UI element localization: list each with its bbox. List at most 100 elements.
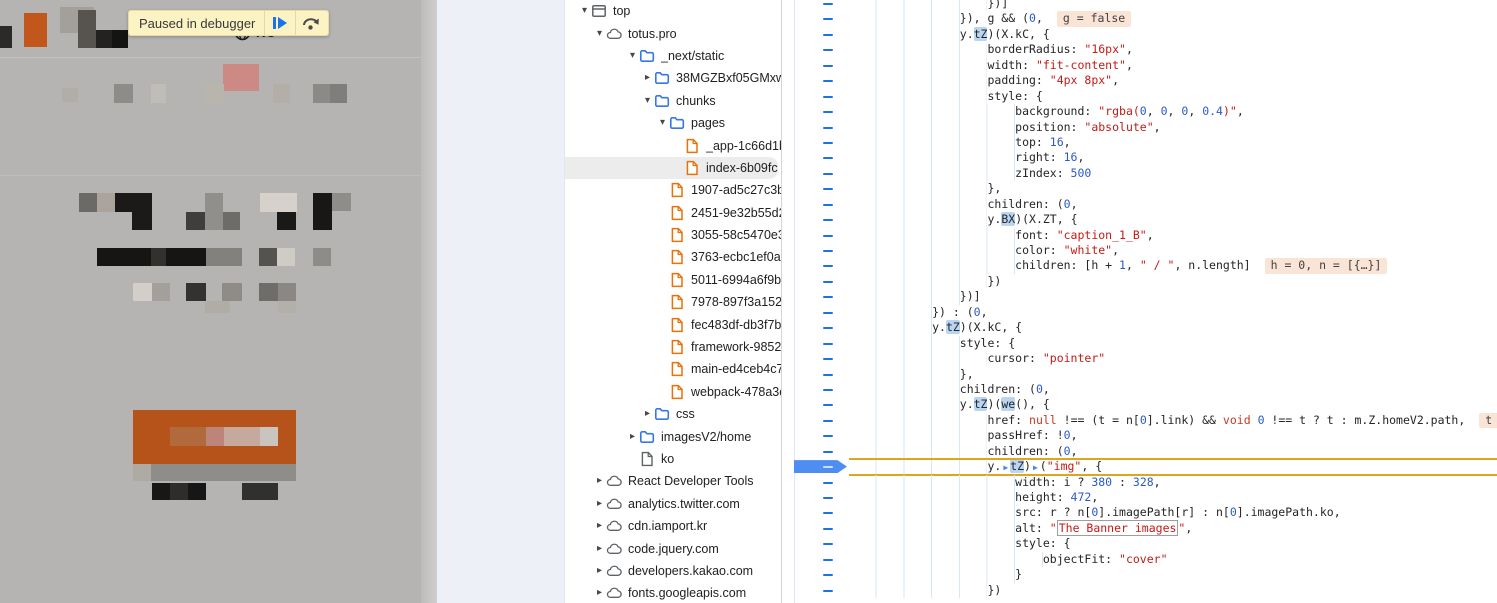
gutter-dash[interactable] xyxy=(823,235,833,237)
code-text: , xyxy=(1036,11,1043,25)
number-literal: 16 xyxy=(1050,135,1064,149)
indent-guides xyxy=(849,243,1015,258)
continue-to-here-icon[interactable]: ▶ xyxy=(1003,463,1008,472)
navigator-item-pages[interactable]: ▾pages xyxy=(565,112,781,134)
navigator-item-imagesv2-home[interactable]: ▸imagesV2/home xyxy=(565,425,781,447)
navigator-item-totus-pro[interactable]: ▾totus.pro xyxy=(565,22,781,44)
chevron-right-icon[interactable]: ▸ xyxy=(641,403,654,425)
gutter-dash[interactable] xyxy=(823,435,833,437)
gutter-dash[interactable] xyxy=(823,374,833,376)
continue-to-here-icon[interactable]: ▶ xyxy=(1033,463,1038,472)
gutter-dash[interactable] xyxy=(823,173,833,175)
gutter-dash[interactable] xyxy=(823,250,833,252)
page-block xyxy=(0,26,12,48)
navigator-item-3763-ecbc1ef0a61-[interactable]: 3763-ecbc1ef0a61… xyxy=(565,246,781,268)
chevron-down-icon[interactable]: ▾ xyxy=(578,0,591,22)
file-js-icon xyxy=(669,361,685,377)
gutter-dash[interactable] xyxy=(823,18,833,20)
navigator-item-developers-kakao-com[interactable]: ▸developers.kakao.com xyxy=(565,560,781,582)
gutter-dash[interactable] xyxy=(823,512,833,514)
navigator-item-react-developer-tools[interactable]: ▸React Developer Tools xyxy=(565,470,781,492)
chevron-down-icon[interactable]: ▾ xyxy=(641,90,654,112)
chevron-down-icon[interactable]: ▾ xyxy=(593,23,606,45)
gutter-dash[interactable] xyxy=(823,34,833,36)
gutter-dash[interactable] xyxy=(823,281,833,283)
gutter-dash[interactable] xyxy=(823,466,833,468)
gutter-dash[interactable] xyxy=(823,96,833,98)
navigator-item-38mgzbxf05gmxw-[interactable]: ▸38MGZBxf05GMxw-… xyxy=(565,67,781,89)
gutter-dash[interactable] xyxy=(823,65,833,67)
gutter-dash[interactable] xyxy=(823,590,833,592)
navigator-item-index-6b09fcdd-[interactable]: index-6b09fcdd… xyxy=(565,157,778,179)
gutter-dash[interactable] xyxy=(823,327,833,329)
navigator-item-7978-897f3a152fd-[interactable]: 7978-897f3a152fd… xyxy=(565,291,781,313)
gutter-dash[interactable] xyxy=(823,188,833,190)
page-block xyxy=(206,248,242,266)
code-text: , xyxy=(1071,428,1078,442)
gutter-dash[interactable] xyxy=(823,389,833,391)
gutter-dash[interactable] xyxy=(823,404,833,406)
navigator-item-3055-58c5470e3-[interactable]: 3055-58c5470e3… xyxy=(565,224,781,246)
navigator-item-ko[interactable]: ko xyxy=(565,448,781,470)
gutter-dash[interactable] xyxy=(823,49,833,51)
navigator-item-fec483df-db3f7b2-[interactable]: fec483df-db3f7b2… xyxy=(565,313,781,335)
navigator-item-fonts-googleapis-com[interactable]: ▸fonts.googleapis.com xyxy=(565,582,781,603)
gutter-dash[interactable] xyxy=(823,543,833,545)
navigator-item-main-ed4ceb4c7c-[interactable]: main-ed4ceb4c7c… xyxy=(565,358,781,380)
gutter-dash[interactable] xyxy=(823,157,833,159)
step-over-button[interactable] xyxy=(296,11,326,35)
chevron-right-icon[interactable]: ▸ xyxy=(593,493,606,515)
gutter-dash[interactable] xyxy=(823,296,833,298)
gutter-dash[interactable] xyxy=(823,111,833,113)
navigator-item-2451-9e32b55d27-[interactable]: 2451-9e32b55d27… xyxy=(565,202,781,224)
gutter-dash[interactable] xyxy=(823,204,833,206)
page-scrollbar[interactable] xyxy=(421,0,437,603)
page-block xyxy=(205,84,224,103)
gutter-dash[interactable] xyxy=(823,482,833,484)
file-js-icon xyxy=(669,182,685,198)
resume-script-button[interactable] xyxy=(265,11,295,35)
gutter-dash[interactable] xyxy=(823,3,833,5)
gutter-dash[interactable] xyxy=(823,312,833,314)
gutter-dash[interactable] xyxy=(823,559,833,561)
gutter-dash[interactable] xyxy=(823,265,833,267)
gutter-dash[interactable] xyxy=(823,497,833,499)
chevron-right-icon[interactable]: ▸ xyxy=(593,470,606,492)
code-text: , xyxy=(1126,58,1133,72)
navigator-item-analytics-twitter-com[interactable]: ▸analytics.twitter.com xyxy=(565,493,781,515)
navigator-item--next-static[interactable]: ▾_next/static xyxy=(565,45,781,67)
navigator-item-1907-ad5c27c3b3-[interactable]: 1907-ad5c27c3b3… xyxy=(565,179,781,201)
navigator-item-css[interactable]: ▸css xyxy=(565,403,781,425)
navigator-item-5011-6994a6f9b6-[interactable]: 5011-6994a6f9b6… xyxy=(565,269,781,291)
navigator-item-cdn-iamport-kr[interactable]: ▸cdn.iamport.kr xyxy=(565,515,781,537)
chevron-right-icon[interactable]: ▸ xyxy=(626,426,639,448)
gutter-dash[interactable] xyxy=(823,219,833,221)
string-literal: "16px" xyxy=(1084,42,1126,56)
gutter-dash[interactable] xyxy=(823,127,833,129)
chevron-right-icon[interactable]: ▸ xyxy=(593,515,606,537)
chevron-right-icon[interactable]: ▸ xyxy=(641,67,654,89)
code-text: , xyxy=(1237,104,1244,118)
file-tree-label: 2451-9e32b55d27… xyxy=(691,206,781,220)
chevron-down-icon[interactable]: ▾ xyxy=(626,45,639,67)
gutter-dash[interactable] xyxy=(823,451,833,453)
gutter-dash[interactable] xyxy=(823,343,833,345)
gutter-dash[interactable] xyxy=(823,574,833,576)
chevron-right-icon[interactable]: ▸ xyxy=(593,538,606,560)
navigator-item-code-jquery-com[interactable]: ▸code.jquery.com xyxy=(565,537,781,559)
chevron-right-icon[interactable]: ▸ xyxy=(593,560,606,582)
gutter-dash[interactable] xyxy=(823,420,833,422)
navigator-item--app-1c66d1ba-[interactable]: _app-1c66d1ba… xyxy=(565,134,781,156)
gutter-dash[interactable] xyxy=(823,142,833,144)
gutter-dash[interactable] xyxy=(823,528,833,530)
page-block xyxy=(224,427,260,446)
chevron-down-icon[interactable]: ▾ xyxy=(656,112,669,134)
execution-pointer-icon[interactable] xyxy=(794,460,847,473)
gutter-dash[interactable] xyxy=(823,358,833,360)
chevron-right-icon[interactable]: ▸ xyxy=(593,582,606,603)
navigator-item-top[interactable]: ▾top xyxy=(565,0,781,22)
navigator-item-framework-98526-[interactable]: framework-98526… xyxy=(565,336,781,358)
gutter-dash[interactable] xyxy=(823,80,833,82)
navigator-item-webpack-478a3cf-[interactable]: webpack-478a3cf… xyxy=(565,381,781,403)
navigator-item-chunks[interactable]: ▾chunks xyxy=(565,90,781,112)
